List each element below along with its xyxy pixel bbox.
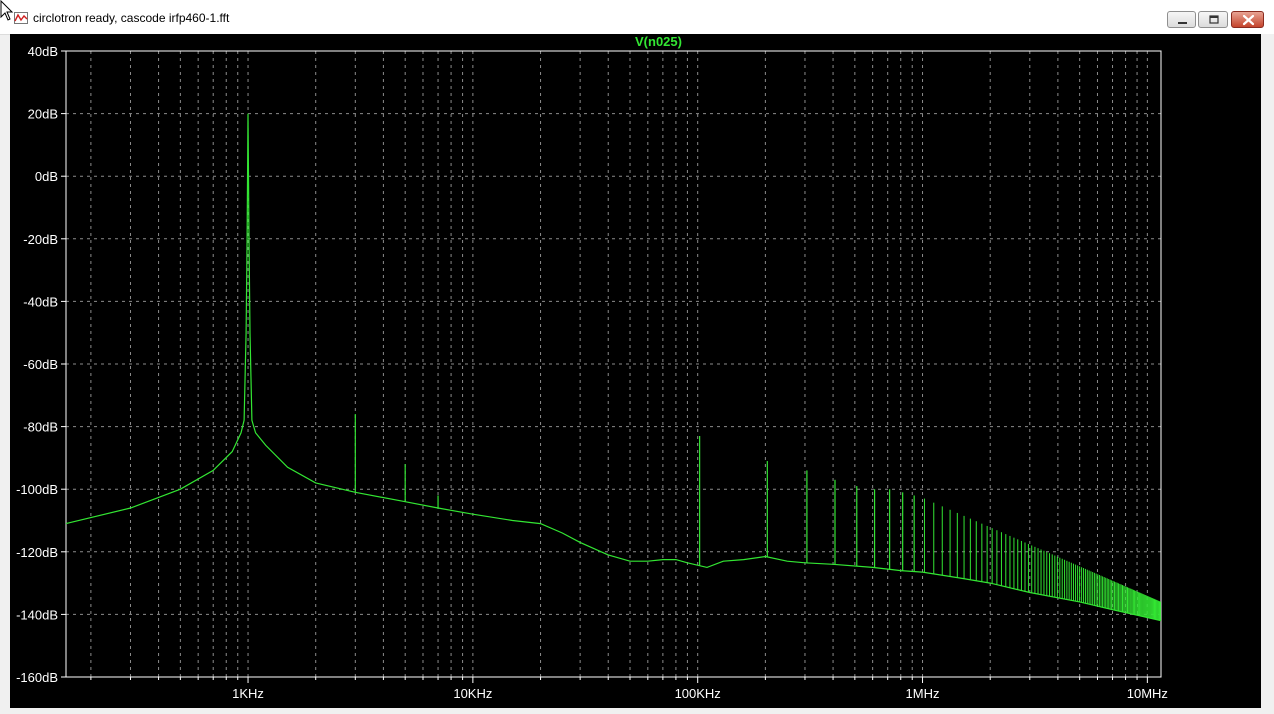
x-tick-label: 100KHz <box>675 686 721 701</box>
trace-label: V(n025) <box>635 34 682 49</box>
x-tick-label: 1KHz <box>232 686 264 701</box>
window-border-bottom <box>0 708 1274 714</box>
close-icon <box>1242 14 1255 26</box>
y-tick-label: 0dB <box>35 169 58 184</box>
app-window: circlotron ready, cascode irfp460-1.fft … <box>0 0 1274 714</box>
close-button[interactable] <box>1231 11 1264 28</box>
y-tick-label: 20dB <box>28 107 58 122</box>
maximize-icon <box>1209 15 1219 24</box>
y-tick-label: -20dB <box>23 232 58 247</box>
waveform-icon <box>14 12 28 24</box>
y-tick-label: -160dB <box>16 670 58 685</box>
x-tick-label: 1MHz <box>906 686 940 701</box>
y-tick-label: -40dB <box>23 294 58 309</box>
y-tick-label: -140dB <box>16 607 58 622</box>
x-tick-label: 10MHz <box>1127 686 1168 701</box>
fft-chart[interactable]: 40dB 20dB 0dB -20dB -40dB -60dB -80dB -100dB -12… <box>10 34 1261 708</box>
trace <box>65 113 1162 622</box>
y-tick-label: -100dB <box>16 482 58 497</box>
title-bar[interactable]: circlotron ready, cascode irfp460-1.fft <box>0 0 1274 35</box>
y-tick-label: -60dB <box>23 357 58 372</box>
y-tick-label: -120dB <box>16 545 58 560</box>
x-tick-label: 10KHz <box>453 686 492 701</box>
maximize-button[interactable] <box>1198 11 1228 28</box>
y-tick-label: -80dB <box>23 420 58 435</box>
y-tick-label: 40dB <box>28 44 58 59</box>
minimize-icon <box>1178 22 1187 24</box>
window-border-right <box>1261 34 1274 714</box>
minimize-button[interactable] <box>1167 11 1196 28</box>
plot-area[interactable]: 40dB 20dB 0dB -20dB -40dB -60dB -80dB -100dB -12… <box>10 34 1261 708</box>
window-title: circlotron ready, cascode irfp460-1.fft <box>33 11 230 25</box>
